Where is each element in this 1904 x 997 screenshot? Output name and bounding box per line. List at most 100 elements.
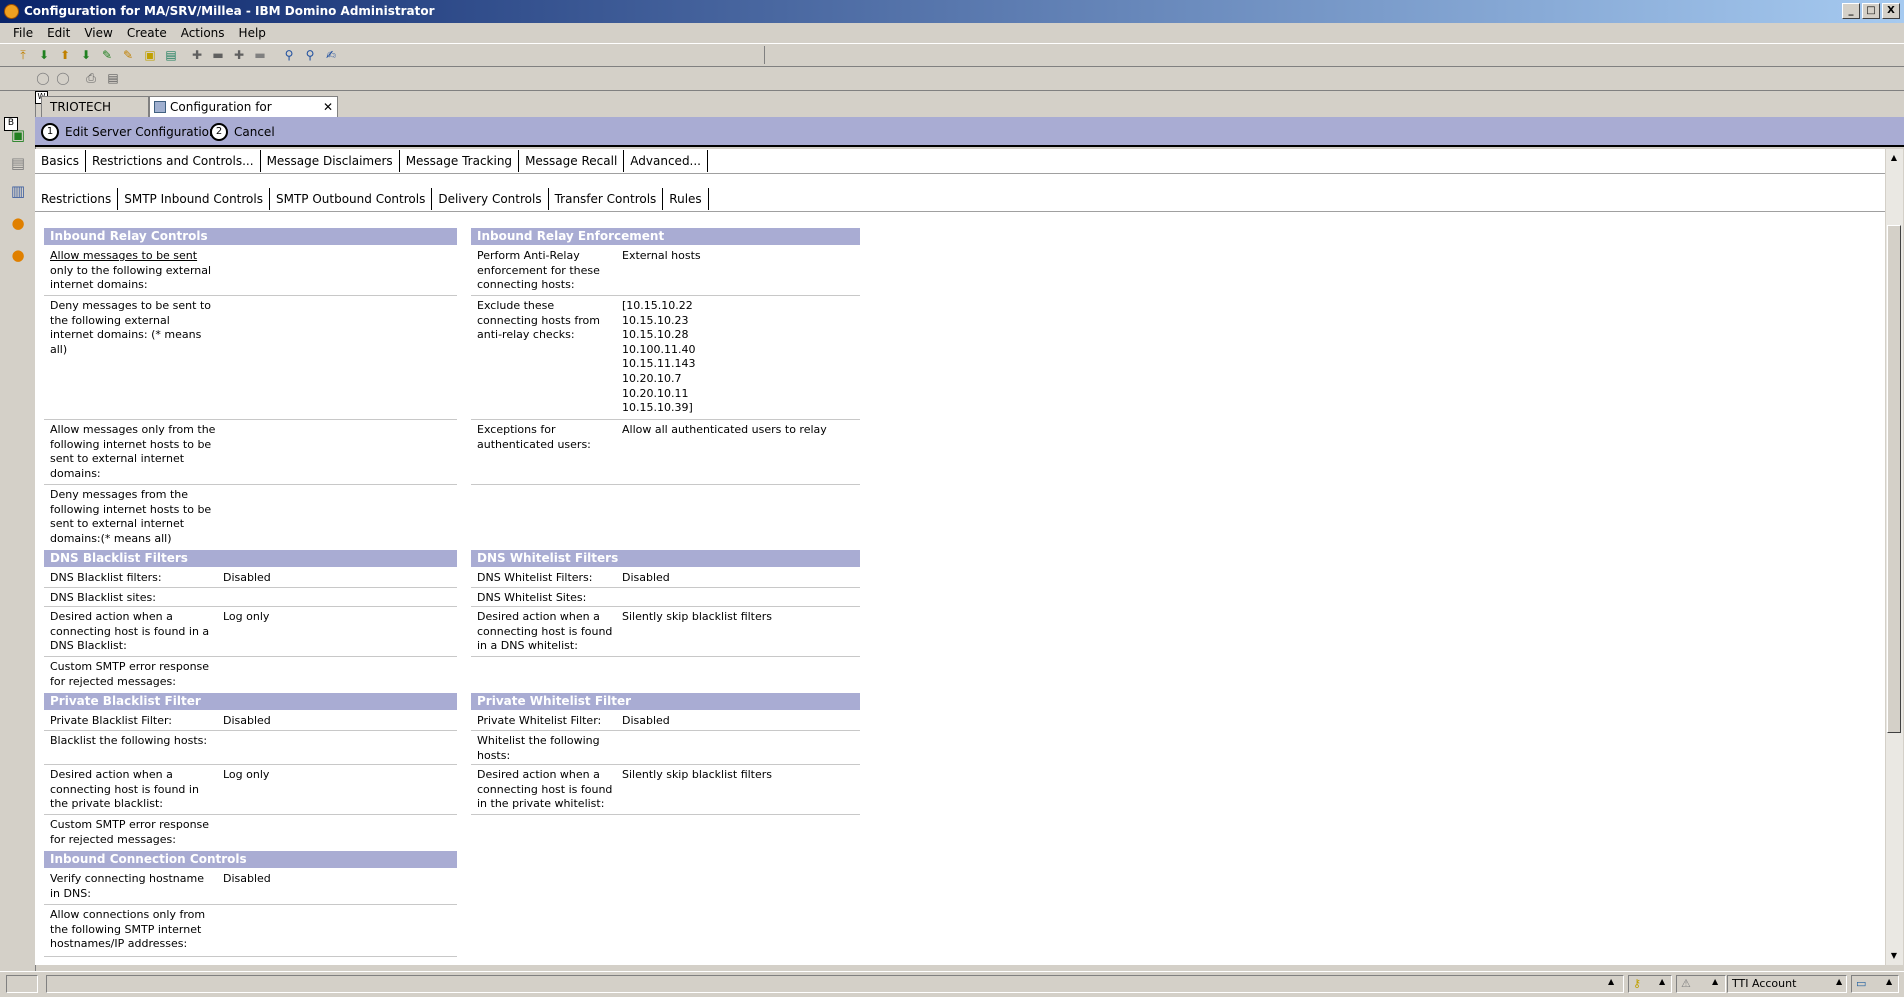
menu-actions[interactable]: Actions bbox=[174, 23, 232, 43]
collapse-all-icon[interactable]: ▬ bbox=[253, 49, 267, 62]
maximize-button[interactable]: □ bbox=[1862, 3, 1880, 19]
status-arrow-icon[interactable]: ▲ bbox=[1836, 977, 1842, 986]
section-inbound-connection-controls: Inbound Connection Controls bbox=[44, 851, 457, 868]
close-button[interactable]: X bbox=[1882, 3, 1900, 19]
tab-restrictions-and-controls[interactable]: Restrictions and Controls... bbox=[86, 150, 261, 172]
minimize-button[interactable]: _ bbox=[1842, 3, 1860, 19]
binoculars-icon[interactable]: ⚲ bbox=[282, 49, 296, 62]
field-value: Log only bbox=[223, 768, 270, 781]
tab-advanced[interactable]: Advanced... bbox=[624, 150, 708, 172]
field-label: Desired action when a connecting host is… bbox=[50, 610, 210, 653]
refresh-icon[interactable]: ▤ bbox=[164, 49, 178, 62]
menu-file[interactable]: File bbox=[6, 23, 40, 43]
field-value: Disabled bbox=[223, 872, 271, 885]
scrollbar-thumb[interactable] bbox=[1887, 225, 1901, 733]
row-allow-messages-sent: Allow messages to be sent only to the fo… bbox=[44, 246, 457, 296]
allow-messages-sent-link[interactable]: Allow messages to be sent bbox=[50, 249, 197, 262]
row-whitelist-hosts: Whitelist the following hosts: bbox=[471, 731, 860, 765]
section-private-blacklist-filter: Private Blacklist Filter bbox=[44, 693, 457, 710]
collapse-icon[interactable]: ✎ bbox=[121, 49, 135, 62]
row-dns-blacklist-sites: DNS Blacklist sites: bbox=[44, 588, 457, 607]
field-label: Exclude these connecting hosts from anti… bbox=[477, 299, 600, 342]
menu-view[interactable]: View bbox=[77, 23, 119, 43]
cancel-icon: 2 bbox=[210, 123, 228, 141]
chat-icon[interactable]: ◯ bbox=[36, 72, 50, 85]
toolbar-secondary: ◯ ◯ ⎙ ▤ bbox=[0, 67, 1904, 91]
document-icon bbox=[154, 101, 166, 113]
ip-entry: [10.15.10.22 bbox=[622, 299, 693, 312]
action-label: Cancel bbox=[234, 125, 275, 139]
replication-icon: ▭ bbox=[1856, 977, 1867, 990]
status-arrow-icon[interactable]: ▲ bbox=[1659, 977, 1665, 986]
field-label: Perform Anti-Relay enforcement for these… bbox=[477, 249, 600, 292]
row-private-whitelist-action: Desired action when a connecting host is… bbox=[471, 765, 860, 815]
arrow-next-icon[interactable]: ⬇ bbox=[79, 49, 93, 62]
tab-smtp-inbound-controls[interactable]: SMTP Inbound Controls bbox=[118, 188, 270, 210]
tab-message-tracking[interactable]: Message Tracking bbox=[400, 150, 520, 172]
bookmark-pages-icon[interactable]: ▤ bbox=[8, 153, 28, 173]
edit-server-configuration-button[interactable]: 1 Edit Server Configuration bbox=[41, 123, 217, 141]
print-icon[interactable]: ⎙ bbox=[84, 72, 98, 85]
status-arrow-icon[interactable]: ▲ bbox=[1886, 977, 1892, 986]
search-icon[interactable]: ⚲ bbox=[303, 49, 317, 62]
status-arrow-icon[interactable]: ▲ bbox=[1608, 977, 1614, 986]
field-label: Allow messages only from the following i… bbox=[50, 423, 216, 480]
tab-rules[interactable]: Rules bbox=[663, 188, 709, 210]
document-icon[interactable]: ▤ bbox=[106, 72, 120, 85]
scroll-up-icon[interactable]: ▲ bbox=[1886, 151, 1902, 165]
edit-icon[interactable]: ✍ bbox=[324, 49, 338, 62]
window-title: Configuration for MA/SRV/Millea - IBM Do… bbox=[24, 4, 435, 18]
bookmark-home-icon[interactable]: ▣ bbox=[8, 125, 28, 145]
vertical-scrollbar[interactable]: ▲ ▼ bbox=[1885, 149, 1903, 965]
domino-app-icon bbox=[4, 4, 19, 19]
network-icon: ⚠ bbox=[1681, 977, 1691, 990]
excluded-hosts-list: [10.15.10.22 10.15.10.23 10.15.10.28 10.… bbox=[622, 299, 695, 416]
bookmark-bar: B ▣ ▤ ▥ ● ● bbox=[0, 91, 36, 971]
tab-transfer-controls[interactable]: Transfer Controls bbox=[549, 188, 664, 210]
arrow-down-icon[interactable]: ⬇ bbox=[37, 49, 51, 62]
section-inbound-relay-controls: Inbound Relay Controls bbox=[44, 228, 457, 245]
menu-create[interactable]: Create bbox=[120, 23, 174, 43]
menu-edit[interactable]: Edit bbox=[40, 23, 77, 43]
folder-icon[interactable]: ▣ bbox=[143, 49, 157, 62]
plus-icon[interactable]: ✚ bbox=[190, 49, 204, 62]
tab-basics[interactable]: Basics bbox=[35, 150, 87, 172]
field-value: Silently skip blacklist filters bbox=[622, 610, 773, 623]
chat2-icon[interactable]: ◯ bbox=[56, 72, 70, 85]
tab-triotech-domain[interactable]: TRIOTECH Domain bbox=[41, 96, 149, 134]
field-value: Silently skip blacklist filters bbox=[622, 768, 773, 781]
arrow-up-icon[interactable]: ⬆ bbox=[58, 49, 72, 62]
status-indicator bbox=[6, 975, 38, 993]
status-online[interactable]: ⚠ bbox=[1676, 975, 1726, 993]
cancel-button[interactable]: 2 Cancel bbox=[210, 123, 275, 141]
field-value: Disabled bbox=[622, 714, 670, 727]
menu-help[interactable]: Help bbox=[232, 23, 273, 43]
arrow-top-icon[interactable]: ⤒ bbox=[16, 49, 30, 62]
action-label: Edit Server Configuration bbox=[65, 125, 217, 139]
close-tab-icon[interactable]: ✕ bbox=[323, 97, 333, 117]
expand-icon[interactable]: ✎ bbox=[100, 49, 114, 62]
tab-smtp-outbound-controls[interactable]: SMTP Outbound Controls bbox=[270, 188, 433, 210]
minus-icon[interactable]: ▬ bbox=[211, 49, 225, 62]
bookmark-db-icon[interactable]: ▥ bbox=[8, 181, 28, 201]
tab-message-recall[interactable]: Message Recall bbox=[519, 150, 625, 172]
status-arrow-icon[interactable]: ▲ bbox=[1712, 977, 1718, 986]
tab-message-disclaimers[interactable]: Message Disclaimers bbox=[261, 150, 400, 172]
expand-all-icon[interactable]: ✚ bbox=[232, 49, 246, 62]
field-label: Whitelist the following hosts: bbox=[477, 734, 600, 762]
bookmark-admin-icon[interactable]: ● bbox=[8, 245, 28, 265]
tab-restrictions[interactable]: Restrictions bbox=[35, 188, 119, 210]
field-label: Deny messages from the following interne… bbox=[50, 488, 212, 545]
status-bar: ▲ ⚷ ▲ ⚠ ▲ TTI Account ▲ ▭ ▲ bbox=[0, 971, 1904, 997]
tab-configuration[interactable]: Configuration for MA/SRV/Millea ✕ bbox=[149, 96, 338, 134]
tab-delivery-controls[interactable]: Delivery Controls bbox=[432, 188, 549, 210]
tab-divider bbox=[35, 211, 1885, 212]
ip-entry: 10.100.11.40 bbox=[622, 342, 696, 356]
bookmark-contacts-icon[interactable]: ● bbox=[8, 213, 28, 233]
field-label: DNS Blacklist filters: bbox=[50, 571, 162, 584]
status-location[interactable]: ⚷ bbox=[1628, 975, 1672, 993]
field-label: DNS Whitelist Sites: bbox=[477, 591, 587, 604]
scroll-down-icon[interactable]: ▼ bbox=[1886, 949, 1902, 963]
status-account[interactable]: TTI Account bbox=[1727, 975, 1847, 993]
field-label: Desired action when a connecting host is… bbox=[50, 768, 199, 811]
